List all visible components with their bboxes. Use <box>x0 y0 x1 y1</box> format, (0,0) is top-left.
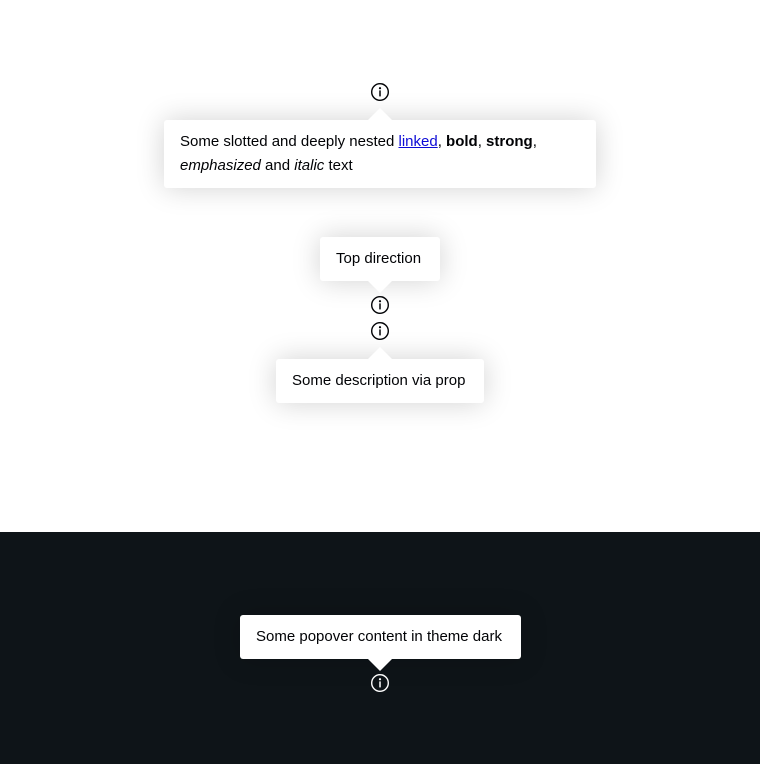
popover-arrow <box>368 659 392 671</box>
popover-text: Some description via prop <box>292 372 466 389</box>
popover-text: Some slotted and deeply nested <box>180 133 399 150</box>
popover-trigger-prop[interactable] <box>370 321 390 341</box>
popover-text: text <box>324 157 353 174</box>
popover-text: , <box>477 133 487 150</box>
info-circle-icon <box>370 673 390 693</box>
info-circle-icon <box>370 295 390 315</box>
popover-trigger-nested[interactable] <box>370 82 390 102</box>
popover-nested-content: Some slotted and deeply nested linked, b… <box>164 108 596 188</box>
popover-theme-dark: Some popover content in theme dark <box>240 615 521 671</box>
popover-trigger-top[interactable] <box>370 295 390 315</box>
popover-arrow <box>368 347 392 359</box>
popover-italic-text: italic <box>294 157 325 174</box>
popover-strong-text: strong <box>486 133 533 150</box>
popover-trigger-dark[interactable] <box>370 673 390 693</box>
info-circle-icon <box>370 321 390 341</box>
popover-link[interactable]: linked <box>398 133 437 150</box>
info-circle-icon <box>370 82 390 102</box>
popover-text: , <box>532 133 537 150</box>
popover-text: , <box>437 133 447 150</box>
popover-text: Some popover content in theme dark <box>256 628 502 645</box>
popover-text: Top direction <box>336 250 422 267</box>
popover-arrow <box>368 108 392 120</box>
popover-bold-text: bold <box>446 133 478 150</box>
popover-emphasized-text: emphasized <box>180 157 261 174</box>
popover-arrow <box>368 281 392 293</box>
popover-top-direction: Top direction <box>320 237 440 293</box>
popover-text: and <box>260 157 295 174</box>
popover-description-prop: Some description via prop <box>276 347 484 403</box>
